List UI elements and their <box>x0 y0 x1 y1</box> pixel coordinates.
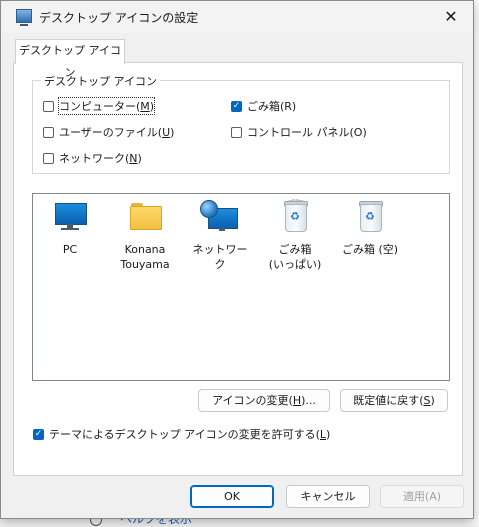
icon-item-recycle-bin-empty[interactable]: ♻ ごみ箱 (空) <box>338 200 402 257</box>
folder-icon <box>113 200 177 234</box>
group-legend: デスクトップ アイコン <box>41 73 160 89</box>
checkbox-label: コンピューター(M) <box>57 97 156 115</box>
icon-label: PC <box>62 243 78 256</box>
checkbox-label: ネットワーク(N) <box>59 152 142 165</box>
window-title: デスクトップ アイコンの設定 <box>39 11 199 25</box>
icon-item-recycle-bin-full[interactable]: ♻ ごみ箱 (いっぱい) <box>263 198 327 272</box>
recycle-bin-full-icon: ♻ <box>263 198 327 234</box>
icon-item-network[interactable]: ネットワーク <box>188 200 252 272</box>
close-icon: ✕ <box>444 7 458 26</box>
tab-desktop-icons[interactable]: デスクトップ アイコン <box>15 39 125 79</box>
checkbox-recycle-bin[interactable]: ✓ ごみ箱(R) <box>231 98 296 114</box>
network-icon <box>188 200 252 234</box>
desktop-icons-groupbox: デスクトップ アイコン コンピューター(M) ✓ ごみ箱(R) ユーザーのファイ… <box>32 73 450 174</box>
title-bar[interactable]: デスクトップ アイコンの設定 ✕ <box>1 1 473 33</box>
icon-label: ネットワーク <box>192 243 248 271</box>
checkbox-box-checked[interactable]: ✓ <box>33 428 44 440</box>
icon-label: ごみ箱 (空) <box>341 243 399 256</box>
checkbox-box[interactable] <box>43 126 54 138</box>
checkbox-label: ユーザーのファイル(U) <box>59 126 175 139</box>
checkbox-label: ごみ箱(R) <box>247 100 297 113</box>
checkbox-box[interactable] <box>43 100 54 112</box>
recycle-bin-empty-icon: ♻ <box>338 200 402 234</box>
checkbox-label: テーマによるデスクトップ アイコンの変更を許可する(L) <box>49 428 331 441</box>
checkbox-user-files[interactable]: ユーザーのファイル(U) <box>43 124 174 140</box>
checkbox-allow-theme-change[interactable]: ✓ テーマによるデスクトップ アイコンの変更を許可する(L) <box>33 426 330 442</box>
checkbox-box[interactable] <box>43 152 54 164</box>
icon-item-pc[interactable]: PC <box>38 200 102 257</box>
checkbox-box-checked[interactable]: ✓ <box>231 100 242 112</box>
ok-button[interactable]: OK <box>190 485 274 508</box>
checkbox-label: コントロール パネル(O) <box>247 126 367 139</box>
desktop-icon-settings-dialog: デスクトップ アイコンの設定 ✕ デスクトップ アイコン デスクトップ アイコン… <box>0 0 474 519</box>
change-icon-button[interactable]: アイコンの変更(H)... <box>198 389 330 412</box>
desktop-settings-icon <box>16 9 32 26</box>
icon-label: Konana Touyama <box>120 243 170 271</box>
monitor-icon <box>38 200 102 234</box>
close-button[interactable]: ✕ <box>429 1 473 33</box>
tab-panel: デスクトップ アイコン コンピューター(M) ✓ ごみ箱(R) ユーザーのファイ… <box>13 62 463 476</box>
cancel-button[interactable]: キャンセル <box>286 485 370 508</box>
apply-button[interactable]: 適用(A) <box>380 485 464 508</box>
checkbox-box[interactable] <box>231 126 242 138</box>
desktop-icon-list[interactable]: PC Konana Touyama ネットワーク ♻ ごみ箱 (いっぱい) ♻ … <box>32 193 450 381</box>
icon-item-user-folder[interactable]: Konana Touyama <box>113 200 177 272</box>
icon-label: ごみ箱 (いっぱい) <box>268 243 322 271</box>
checkbox-control-panel[interactable]: コントロール パネル(O) <box>231 124 367 140</box>
checkbox-computer[interactable]: コンピューター(M) <box>43 97 156 115</box>
restore-default-button[interactable]: 既定値に戻す(S) <box>340 389 448 412</box>
checkbox-network[interactable]: ネットワーク(N) <box>43 150 142 166</box>
